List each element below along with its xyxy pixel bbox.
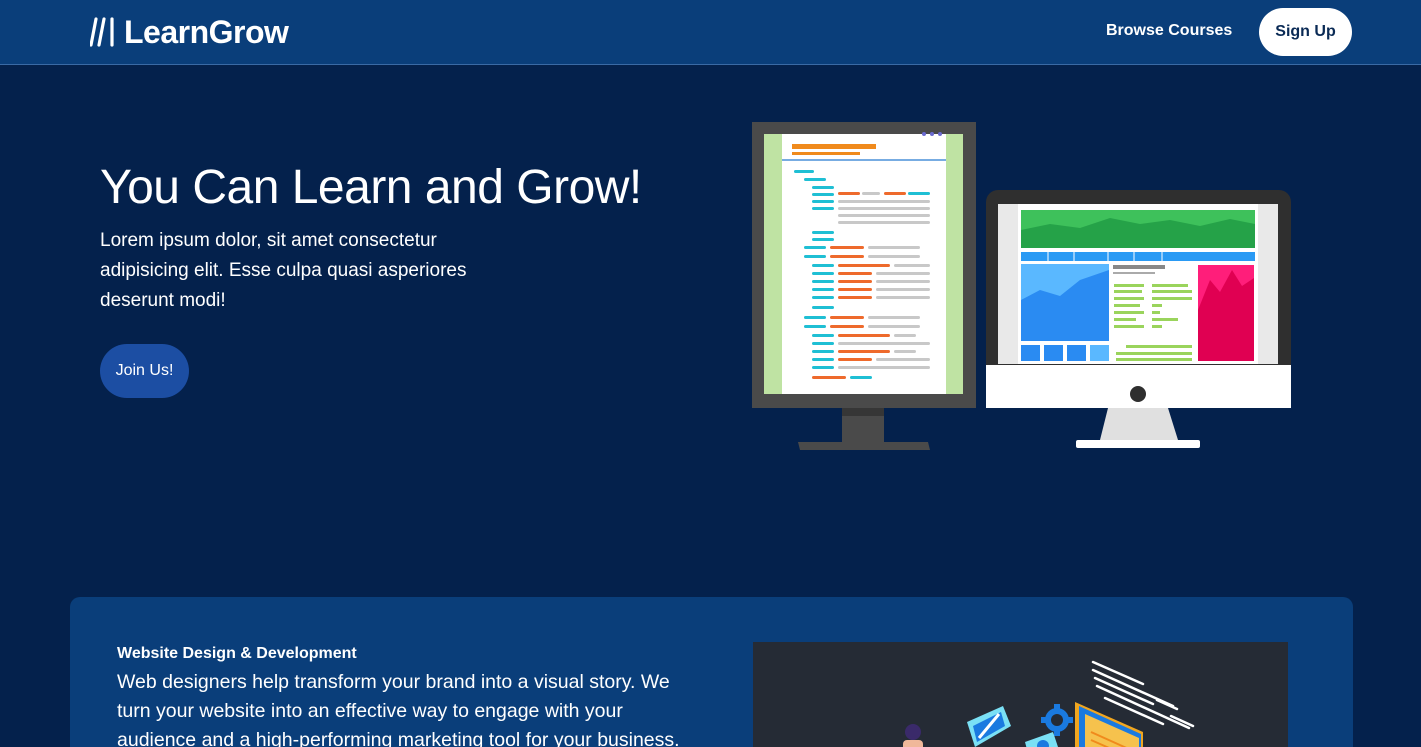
feature-card-title: Website Design & Development: [117, 645, 357, 662]
computer-monitors-illustration: [752, 122, 1291, 450]
brand-logo[interactable]: LearnGrow: [90, 13, 289, 50]
feature-card: Website Design & Development Web designe…: [70, 597, 1353, 747]
web-development-illustration: [753, 642, 1288, 747]
hero-description: Lorem ipsum dolor, sit amet consectetur …: [100, 230, 467, 311]
hero-title: You Can Learn and Grow!: [100, 161, 642, 214]
brand-name: LearnGrow: [124, 13, 289, 50]
navbar: LearnGrow Browse Courses Sign Up: [0, 0, 1421, 65]
nav-link-browse-courses[interactable]: Browse Courses: [1106, 22, 1232, 40]
feature-card-description: Web designers help transform your brand …: [117, 671, 680, 747]
join-us-button[interactable]: Join Us!: [100, 344, 189, 398]
web-development-illustration-graphic: [903, 660, 1195, 747]
brand-slashes-icon: [90, 17, 114, 47]
sign-up-button[interactable]: Sign Up: [1259, 8, 1352, 56]
